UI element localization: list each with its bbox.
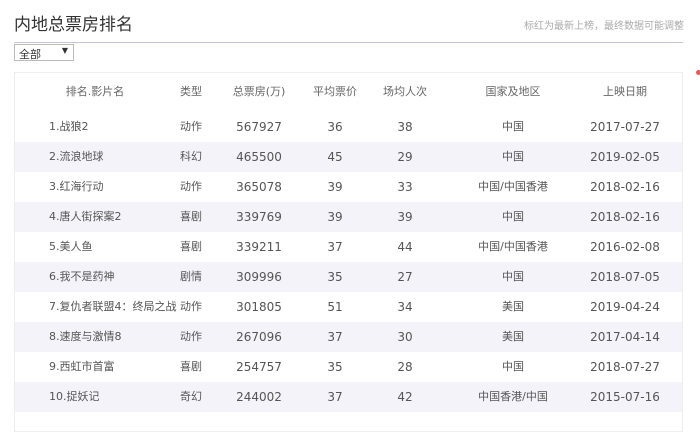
cell-region: 中国 <box>502 270 524 283</box>
cell-region: 中国香港/中国 <box>478 390 548 403</box>
header-avg-attendance: 场均人次 <box>383 85 427 98</box>
cell-box-office: 339769 <box>236 210 282 224</box>
table-row[interactable]: 10.捉妖记 奇幻 244002 37 42 中国香港/中国 2015-07-16 <box>15 382 682 412</box>
cell-avg-attendance: 34 <box>397 300 413 314</box>
cell-genre: 动作 <box>180 180 202 193</box>
cell-movie-name: 4.唐人街探案2 <box>49 210 122 223</box>
cell-movie-name: 9.西虹市首富 <box>49 360 115 373</box>
cell-avg-price: 37 <box>327 330 343 344</box>
dropdown-arrow-icon: ▼ <box>61 46 68 55</box>
cell-genre: 动作 <box>180 120 202 133</box>
box-office-table: 排名.影片名 类型 总票房(万) 平均票价 场均人次 国家及地区 上映日期 1.… <box>14 72 683 432</box>
header-box-office: 总票房(万) <box>232 85 286 98</box>
cell-avg-attendance: 39 <box>397 210 413 224</box>
cell-region: 美国 <box>502 330 524 343</box>
cell-avg-attendance: 27 <box>397 270 413 284</box>
cell-avg-price: 39 <box>327 210 343 224</box>
table-row[interactable]: 5.美人鱼 喜剧 339211 37 44 中国/中国香港 2016-02-08 <box>15 232 682 262</box>
table-row[interactable]: 7.复仇者联盟4：终局之战 动作 301805 51 34 美国 2019-04-24 <box>15 292 682 322</box>
cell-box-office: 301805 <box>236 300 282 314</box>
header-name: 排名.影片名 <box>65 85 125 98</box>
red-dot-icon <box>696 70 700 75</box>
cell-avg-price: 35 <box>327 360 343 374</box>
cell-release-date: 2019-02-05 <box>590 150 660 164</box>
cell-avg-attendance: 42 <box>397 390 413 404</box>
cell-movie-name: 5.美人鱼 <box>49 240 93 253</box>
table-row[interactable]: 4.唐人街探案2 喜剧 339769 39 39 中国 2018-02-16 <box>15 202 682 232</box>
cell-genre: 动作 <box>180 300 202 313</box>
cell-genre: 动作 <box>180 330 202 343</box>
cell-box-office: 244002 <box>236 390 282 404</box>
page-title: 内地总票房排名 <box>14 15 133 35</box>
cell-avg-attendance: 33 <box>397 180 413 194</box>
table-row[interactable]: 2.流浪地球 科幻 465500 45 29 中国 2019-02-05 <box>15 142 682 172</box>
cell-region: 美国 <box>502 300 524 313</box>
cell-release-date: 2018-02-16 <box>590 180 660 194</box>
cell-avg-price: 39 <box>327 180 343 194</box>
cell-release-date: 2018-07-05 <box>590 270 660 284</box>
cell-box-office: 309996 <box>236 270 282 284</box>
cell-box-office: 339211 <box>236 240 282 254</box>
cell-release-date: 2019-04-24 <box>590 300 660 314</box>
table-row[interactable]: 1.战狼2 动作 567927 36 38 中国 2017-07-27 <box>15 112 682 142</box>
category-select[interactable]: 全部 ▼ <box>14 44 74 61</box>
cell-avg-attendance: 28 <box>397 360 413 374</box>
cell-release-date: 2016-02-08 <box>590 240 660 254</box>
cell-genre: 奇幻 <box>180 390 202 403</box>
cell-box-office: 567927 <box>236 120 282 134</box>
cell-genre: 剧情 <box>180 270 202 283</box>
cell-avg-attendance: 29 <box>397 150 413 164</box>
cell-avg-attendance: 30 <box>397 330 413 344</box>
cell-avg-price: 37 <box>327 390 343 404</box>
cell-release-date: 2017-04-14 <box>590 330 660 344</box>
cell-region: 中国 <box>502 150 524 163</box>
cell-box-office: 365078 <box>236 180 282 194</box>
table-row[interactable]: 8.速度与激情8 动作 267096 37 30 美国 2017-04-14 <box>15 322 682 352</box>
cell-movie-name: 1.战狼2 <box>49 120 89 133</box>
table-row[interactable]: 3.红海行动 动作 365078 39 33 中国/中国香港 2018-02-16 <box>15 172 682 202</box>
cell-movie-name: 3.红海行动 <box>49 180 104 193</box>
cell-avg-price: 35 <box>327 270 343 284</box>
cell-region: 中国/中国香港 <box>478 180 548 193</box>
cell-movie-name: 6.我不是药神 <box>49 270 115 283</box>
cell-region: 中国/中国香港 <box>478 240 548 253</box>
header-release-date: 上映日期 <box>603 85 647 98</box>
cell-release-date: 2018-07-27 <box>590 360 660 374</box>
title-divider <box>14 42 683 43</box>
cell-genre: 喜剧 <box>180 240 202 253</box>
cell-release-date: 2018-02-16 <box>590 210 660 224</box>
header-avg-price: 平均票价 <box>313 85 357 98</box>
cell-box-office: 254757 <box>236 360 282 374</box>
cell-genre: 科幻 <box>180 150 202 163</box>
cell-avg-attendance: 38 <box>397 120 413 134</box>
cell-genre: 喜剧 <box>180 210 202 223</box>
header-type: 类型 <box>180 85 202 98</box>
cell-release-date: 2015-07-16 <box>590 390 660 404</box>
table-header: 排名.影片名 类型 总票房(万) 平均票价 场均人次 国家及地区 上映日期 <box>15 73 682 111</box>
cell-region: 中国 <box>502 210 524 223</box>
cell-movie-name: 2.流浪地球 <box>49 150 104 163</box>
header-region: 国家及地区 <box>485 85 541 98</box>
cell-avg-price: 45 <box>327 150 343 164</box>
cell-movie-name: 10.捉妖记 <box>49 390 100 403</box>
note-text: 标红为最新上榜，最终数据可能调整 <box>524 21 684 32</box>
cell-avg-price: 37 <box>327 240 343 254</box>
cell-region: 中国 <box>502 360 524 373</box>
select-value: 全部 <box>19 48 41 61</box>
cell-movie-name: 8.速度与激情8 <box>49 330 122 343</box>
cell-box-office: 465500 <box>236 150 282 164</box>
cell-movie-name: 7.复仇者联盟4：终局之战 <box>49 300 177 313</box>
table-row[interactable]: 9.西虹市首富 喜剧 254757 35 28 中国 2018-07-27 <box>15 352 682 382</box>
cell-region: 中国 <box>502 120 524 133</box>
cell-box-office: 267096 <box>236 330 282 344</box>
cell-release-date: 2017-07-27 <box>590 120 660 134</box>
cell-avg-attendance: 44 <box>397 240 413 254</box>
cell-avg-price: 36 <box>327 120 343 134</box>
cell-avg-price: 51 <box>327 300 343 314</box>
cell-genre: 喜剧 <box>180 360 202 373</box>
table-row[interactable]: 6.我不是药神 剧情 309996 35 27 中国 2018-07-05 <box>15 262 682 292</box>
